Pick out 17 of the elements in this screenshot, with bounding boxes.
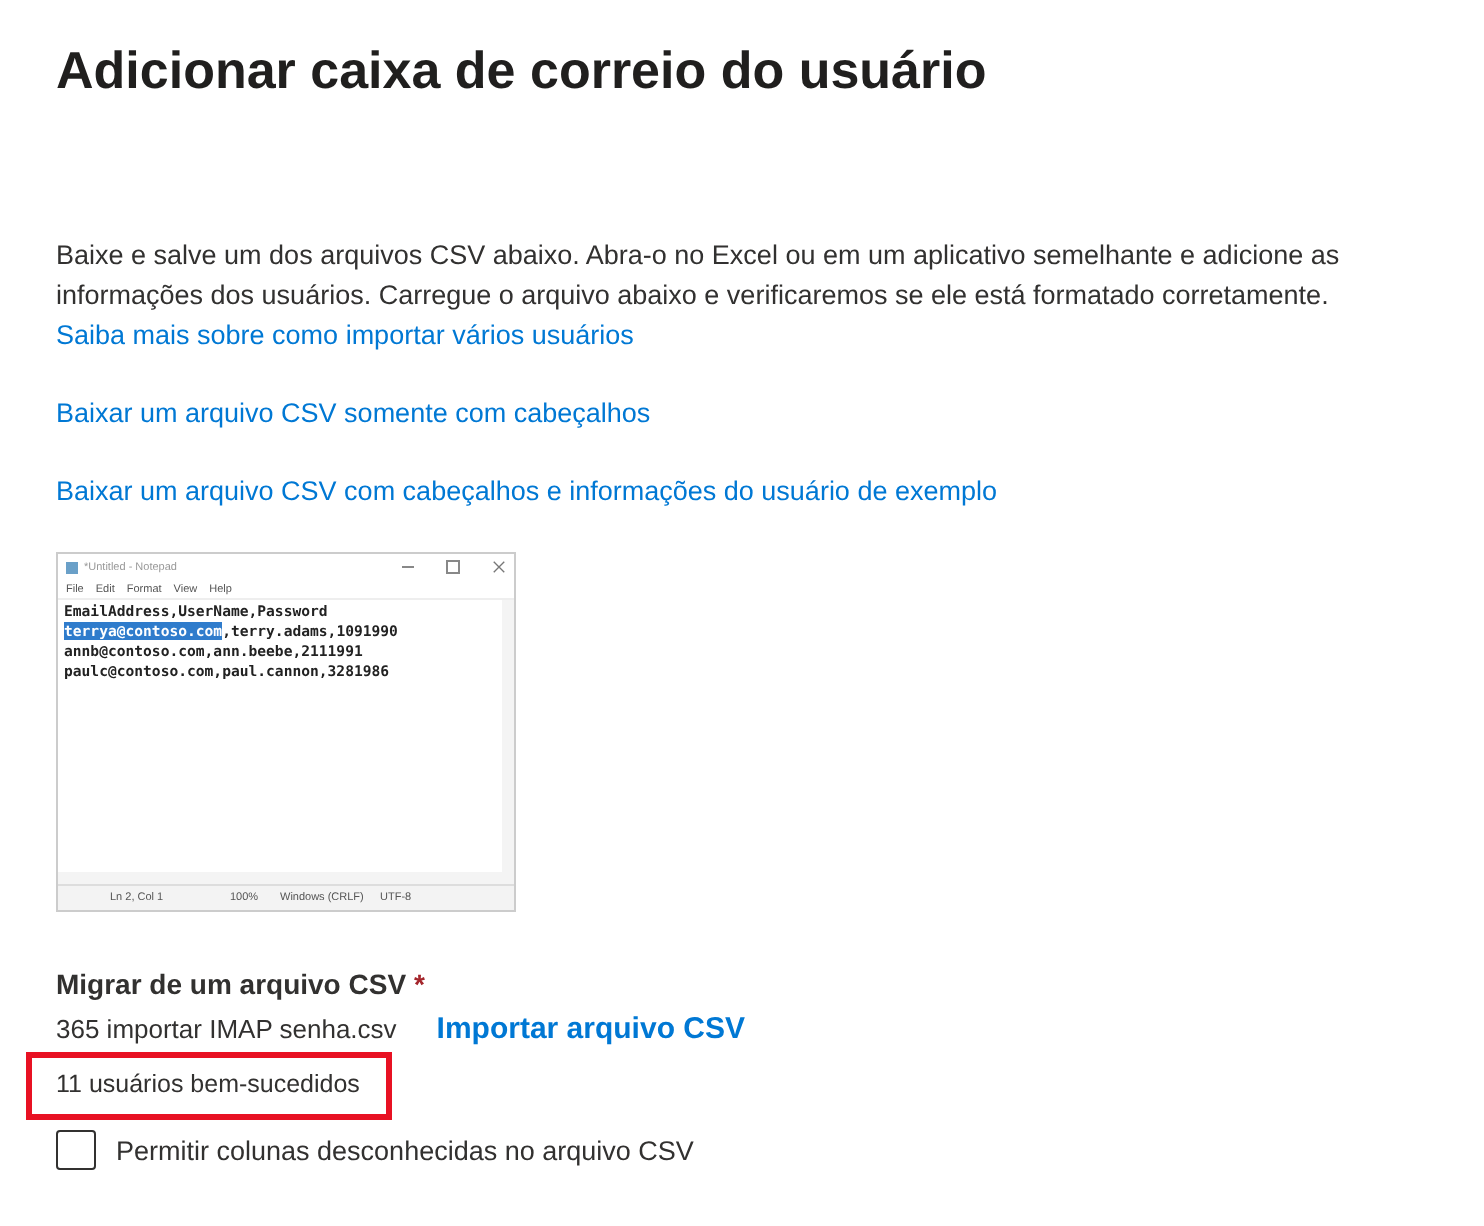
checkbox[interactable] bbox=[56, 1130, 96, 1170]
scrollbar[interactable] bbox=[58, 872, 514, 884]
page-title: Adicionar caixa de correio do usuário bbox=[56, 38, 989, 104]
scrollbar[interactable] bbox=[502, 600, 514, 872]
field-label: Migrar de um arquivo CSV bbox=[56, 968, 407, 1000]
file-name: 365 importar IMAP senha.csv bbox=[56, 1014, 397, 1044]
checkbox-label: Permitir colunas desconhecidas no arquivo CSV bbox=[116, 1135, 694, 1165]
result-text: 11 usuários bem-sucedidos bbox=[56, 1068, 360, 1102]
required-mark: * bbox=[414, 968, 425, 1000]
link[interactable]: Baixar um arquivo CSV somente com cabeçalhos bbox=[56, 394, 651, 434]
intro-text: Baixe e salve um dos arquivos CSV abaixo. Abra-o no Excel ou em um aplicativo semelhante e adicione as informações dos usuários. Carregue o arquivo abaixo e verificaremos se ele está formatado corretamente. bbox=[56, 238, 1342, 314]
close-icon[interactable] bbox=[492, 560, 506, 574]
notepad-icon bbox=[66, 561, 78, 573]
link[interactable]: Baixar um arquivo CSV com cabeçalhos e informações do usuário de exemplo bbox=[56, 472, 997, 512]
link[interactable]: Saiba mais sobre como importar vários usuários bbox=[56, 316, 634, 356]
maximize-icon[interactable] bbox=[446, 560, 460, 574]
import-link[interactable]: Importar arquivo CSV bbox=[436, 1012, 745, 1046]
